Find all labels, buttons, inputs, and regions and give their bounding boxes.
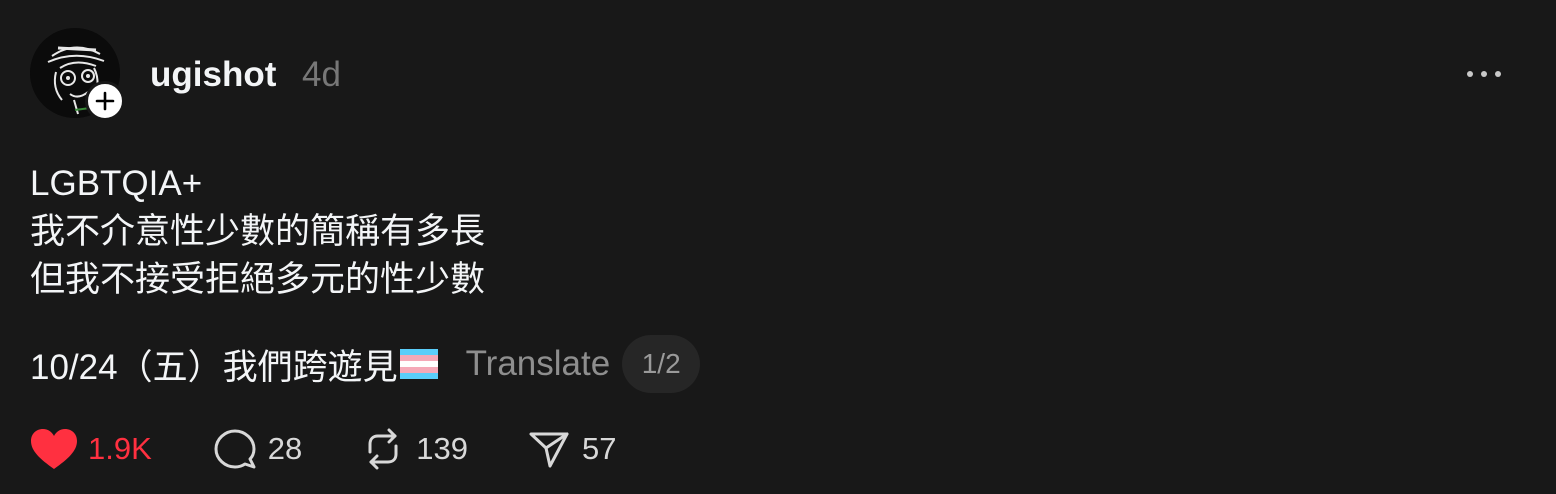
comment-button[interactable]: 28 bbox=[214, 428, 302, 470]
like-count: 1.9K bbox=[88, 431, 152, 466]
comment-count: 28 bbox=[267, 431, 303, 466]
post-text-line: 但我不接受拒絕多元的性少數 bbox=[30, 260, 486, 299]
share-button[interactable]: 57 bbox=[528, 428, 616, 470]
action-bar: 1.9K 28 139 57 bbox=[30, 424, 616, 474]
repost-count: 139 bbox=[416, 431, 468, 466]
post-text-line: 10/24（五）我們跨遊見 bbox=[30, 347, 398, 387]
plus-icon bbox=[95, 91, 115, 111]
post-body: LGBTQIA+ 我不介意性少數的簡稱有多長 但我不接受拒絕多元的性少數 bbox=[30, 160, 485, 304]
like-button[interactable]: 1.9K bbox=[30, 428, 152, 470]
repost-icon bbox=[368, 428, 398, 470]
more-horizontal-icon bbox=[1467, 71, 1501, 77]
thread-post: ugishot 4d LGBTQIA+ 我不介意性少數的簡稱有多長 但我不接受拒… bbox=[0, 0, 1556, 494]
post-footer-line: 10/24（五）我們跨遊見 Translate 1/2 bbox=[30, 335, 701, 393]
comment-icon bbox=[214, 429, 256, 469]
page-indicator: 1/2 bbox=[622, 335, 701, 393]
avatar-container bbox=[30, 28, 125, 121]
send-icon bbox=[529, 432, 569, 468]
post-timestamp[interactable]: 4d bbox=[302, 54, 341, 96]
heart-icon bbox=[31, 429, 77, 469]
more-options-button[interactable] bbox=[1462, 58, 1506, 90]
post-text-line: 我不介意性少數的簡稱有多長 bbox=[30, 212, 486, 251]
translate-link[interactable]: Translate bbox=[466, 344, 611, 384]
transgender-flag-icon bbox=[399, 349, 438, 379]
follow-button[interactable] bbox=[85, 81, 125, 121]
username[interactable]: ugishot bbox=[150, 54, 276, 96]
repost-button[interactable]: 139 bbox=[362, 428, 468, 470]
share-count: 57 bbox=[582, 431, 617, 466]
post-text-line: LGBTQIA+ bbox=[30, 164, 203, 203]
